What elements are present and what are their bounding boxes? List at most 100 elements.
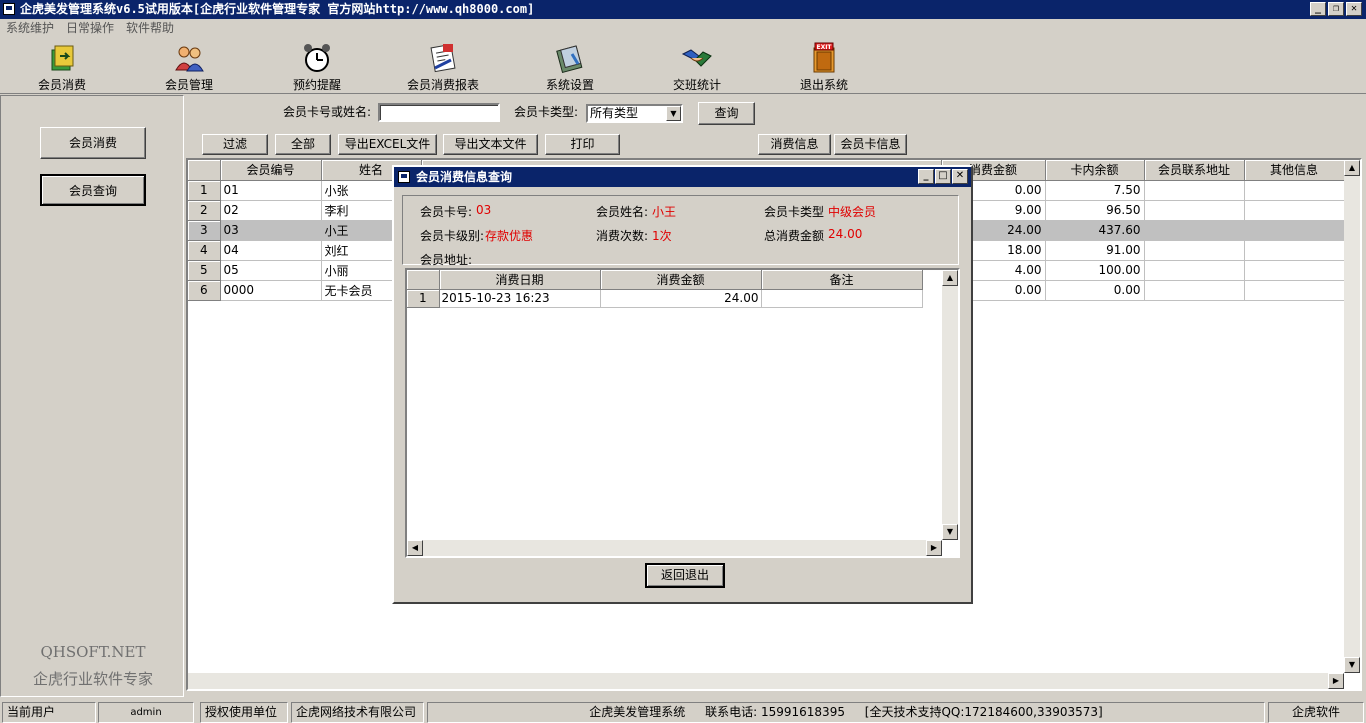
- cell-balance: 7.50: [1045, 180, 1145, 201]
- cell-balance: 100.00: [1045, 260, 1145, 281]
- window-titlebar[interactable]: 企虎美发管理系统v6.5试用版本[企虎行业软件管理专家 官方网站http://w…: [0, 0, 1366, 19]
- cell-balance: 91.00: [1045, 240, 1145, 261]
- toolbar-consume-report[interactable]: 会员消费报表: [393, 42, 493, 93]
- col-header-address[interactable]: 会员联系地址: [1144, 160, 1245, 181]
- grid-horizontal-scrollbar[interactable]: [188, 673, 1344, 689]
- dialog-total-label: 总消费金额: [764, 229, 825, 243]
- menu-daily-operation[interactable]: 日常操作: [60, 19, 120, 38]
- dialog-app-icon: [398, 171, 410, 183]
- toolbar-label: 预约提醒: [292, 78, 341, 92]
- close-icon[interactable]: ✕: [1346, 2, 1362, 16]
- minimize-icon[interactable]: _: [1310, 2, 1326, 16]
- dialog-count-value: 1次: [652, 229, 672, 243]
- report-icon: [427, 42, 459, 74]
- scroll-down-icon[interactable]: ▼: [942, 524, 958, 540]
- col-header-consume-amount[interactable]: 消费金额: [600, 270, 762, 290]
- card-info-button[interactable]: 会员卡信息: [834, 134, 907, 155]
- menu-software-help[interactable]: 软件帮助: [120, 19, 180, 38]
- cell-note: [761, 289, 923, 308]
- grid-corner: [188, 160, 221, 181]
- toolbar-label: 退出系统: [799, 78, 848, 92]
- scroll-right-icon[interactable]: ▶: [1328, 673, 1344, 689]
- card-type-value: 所有类型: [590, 106, 639, 120]
- dgrid-horizontal-scrollbar[interactable]: [407, 540, 942, 556]
- card-type-label: 会员卡类型:: [514, 105, 579, 119]
- restore-icon[interactable]: ❐: [1328, 2, 1344, 16]
- cell-address: [1144, 180, 1245, 201]
- col-header-consume-date[interactable]: 消费日期: [439, 270, 601, 290]
- dgrid-vertical-scrollbar[interactable]: [942, 270, 958, 540]
- scroll-down-icon[interactable]: ▼: [1344, 657, 1360, 673]
- dialog-titlebar[interactable]: 会员消费信息查询 _ □ ✕: [394, 167, 971, 187]
- status-licensee: 企虎网络技术有限公司: [291, 702, 424, 723]
- cell-address: [1144, 200, 1245, 221]
- cell-other: [1244, 260, 1345, 281]
- sidebar-member-query-button[interactable]: 会员查询: [40, 174, 146, 206]
- cell-id: 0000: [220, 280, 322, 301]
- dialog-close-icon[interactable]: ✕: [952, 169, 968, 184]
- col-header-balance[interactable]: 卡内余额: [1045, 160, 1145, 181]
- sidebar: 会员消费 会员查询 QHSOFT.NET 企虎行业软件专家: [0, 95, 184, 697]
- dialog-count-label: 消费次数:: [596, 229, 649, 243]
- sidebar-member-consume-button[interactable]: 会员消费: [40, 127, 146, 159]
- dialog-address-label: 会员地址:: [420, 253, 473, 267]
- grid-vertical-scrollbar[interactable]: [1344, 160, 1360, 673]
- chevron-down-icon[interactable]: ▼: [666, 106, 681, 121]
- dialog-minimize-icon[interactable]: _: [918, 169, 934, 184]
- cell-address: [1144, 220, 1245, 241]
- scroll-left-icon[interactable]: ◀: [407, 540, 423, 556]
- consume-history-grid[interactable]: 消费日期 消费金额 备注 1 2015-10-23 16:23 24.00 ▲ …: [405, 268, 960, 558]
- status-company: 企虎软件: [1268, 702, 1364, 723]
- status-system-name: 企虎美发管理系统: [589, 705, 686, 719]
- consume-info-button[interactable]: 消费信息: [758, 134, 831, 155]
- brand-site: QHSOFT.NET: [40, 643, 146, 661]
- cell-id: 03: [220, 220, 322, 241]
- handshake-icon: [681, 42, 713, 74]
- consume-history-table: 消费日期 消费金额 备注 1 2015-10-23 16:23 24.00: [407, 270, 923, 308]
- consume-info-dialog[interactable]: 会员消费信息查询 _ □ ✕ 会员卡号: 03 会员姓名: 小王 会员卡类型 中…: [392, 165, 973, 604]
- toolbar-member-consume[interactable]: 会员消费: [12, 42, 112, 93]
- cell-other: [1244, 180, 1345, 201]
- toolbar-shift-statistics[interactable]: 交班统计: [647, 42, 747, 93]
- scroll-up-icon[interactable]: ▲: [1344, 160, 1360, 176]
- toolbar-member-management[interactable]: 会员管理: [139, 42, 239, 93]
- scroll-right-icon[interactable]: ▶: [926, 540, 942, 556]
- back-exit-button[interactable]: 返回退出: [645, 563, 725, 588]
- filter-button[interactable]: 过滤: [202, 134, 268, 155]
- scroll-up-icon[interactable]: ▲: [942, 270, 958, 286]
- cell-balance: 437.60: [1045, 220, 1145, 241]
- exit-sign-text: EXIT: [816, 44, 832, 51]
- cell-balance: 0.00: [1045, 280, 1145, 301]
- alarm-clock-icon: [301, 42, 333, 74]
- dialog-card-no-value: 03: [476, 203, 492, 217]
- dialog-level-value: 存款优惠: [485, 229, 534, 243]
- table-row[interactable]: 1 2015-10-23 16:23 24.00: [407, 289, 923, 308]
- card-type-select[interactable]: 所有类型 ▼: [586, 104, 683, 123]
- row-number: 5: [188, 260, 221, 281]
- toolbar-system-settings[interactable]: 系统设置: [520, 42, 620, 93]
- cell-id: 05: [220, 260, 322, 281]
- col-header-member-id[interactable]: 会员编号: [220, 160, 322, 181]
- menu-system-maintenance[interactable]: 系统维护: [0, 19, 60, 38]
- toolbar-exit-system[interactable]: EXIT 退出系统: [774, 42, 874, 93]
- dialog-maximize-icon[interactable]: □: [935, 169, 951, 184]
- cell-address: [1144, 260, 1245, 281]
- col-header-note[interactable]: 备注: [761, 270, 923, 290]
- all-button[interactable]: 全部: [275, 134, 331, 155]
- cell-id: 02: [220, 200, 322, 221]
- cell-amount: 24.00: [600, 289, 762, 308]
- cell-balance: 96.50: [1045, 200, 1145, 221]
- cell-other: [1244, 200, 1345, 221]
- export-excel-button[interactable]: 导出EXCEL文件: [338, 134, 437, 155]
- card-search-input[interactable]: [378, 103, 500, 122]
- query-button[interactable]: 查询: [698, 102, 755, 125]
- exit-door-icon: EXIT: [808, 42, 840, 74]
- window-title: 企虎美发管理系统v6.5试用版本[企虎行业软件管理专家 官方网站http://w…: [20, 2, 535, 16]
- toolbar-label: 会员管理: [164, 78, 213, 92]
- toolbar-appointment-reminder[interactable]: 预约提醒: [267, 42, 367, 93]
- export-text-button[interactable]: 导出文本文件: [443, 134, 538, 155]
- col-header-other[interactable]: 其他信息: [1244, 160, 1345, 181]
- dialog-type-label: 会员卡类型: [764, 205, 825, 219]
- cell-address: [1144, 240, 1245, 261]
- print-button[interactable]: 打印: [545, 134, 620, 155]
